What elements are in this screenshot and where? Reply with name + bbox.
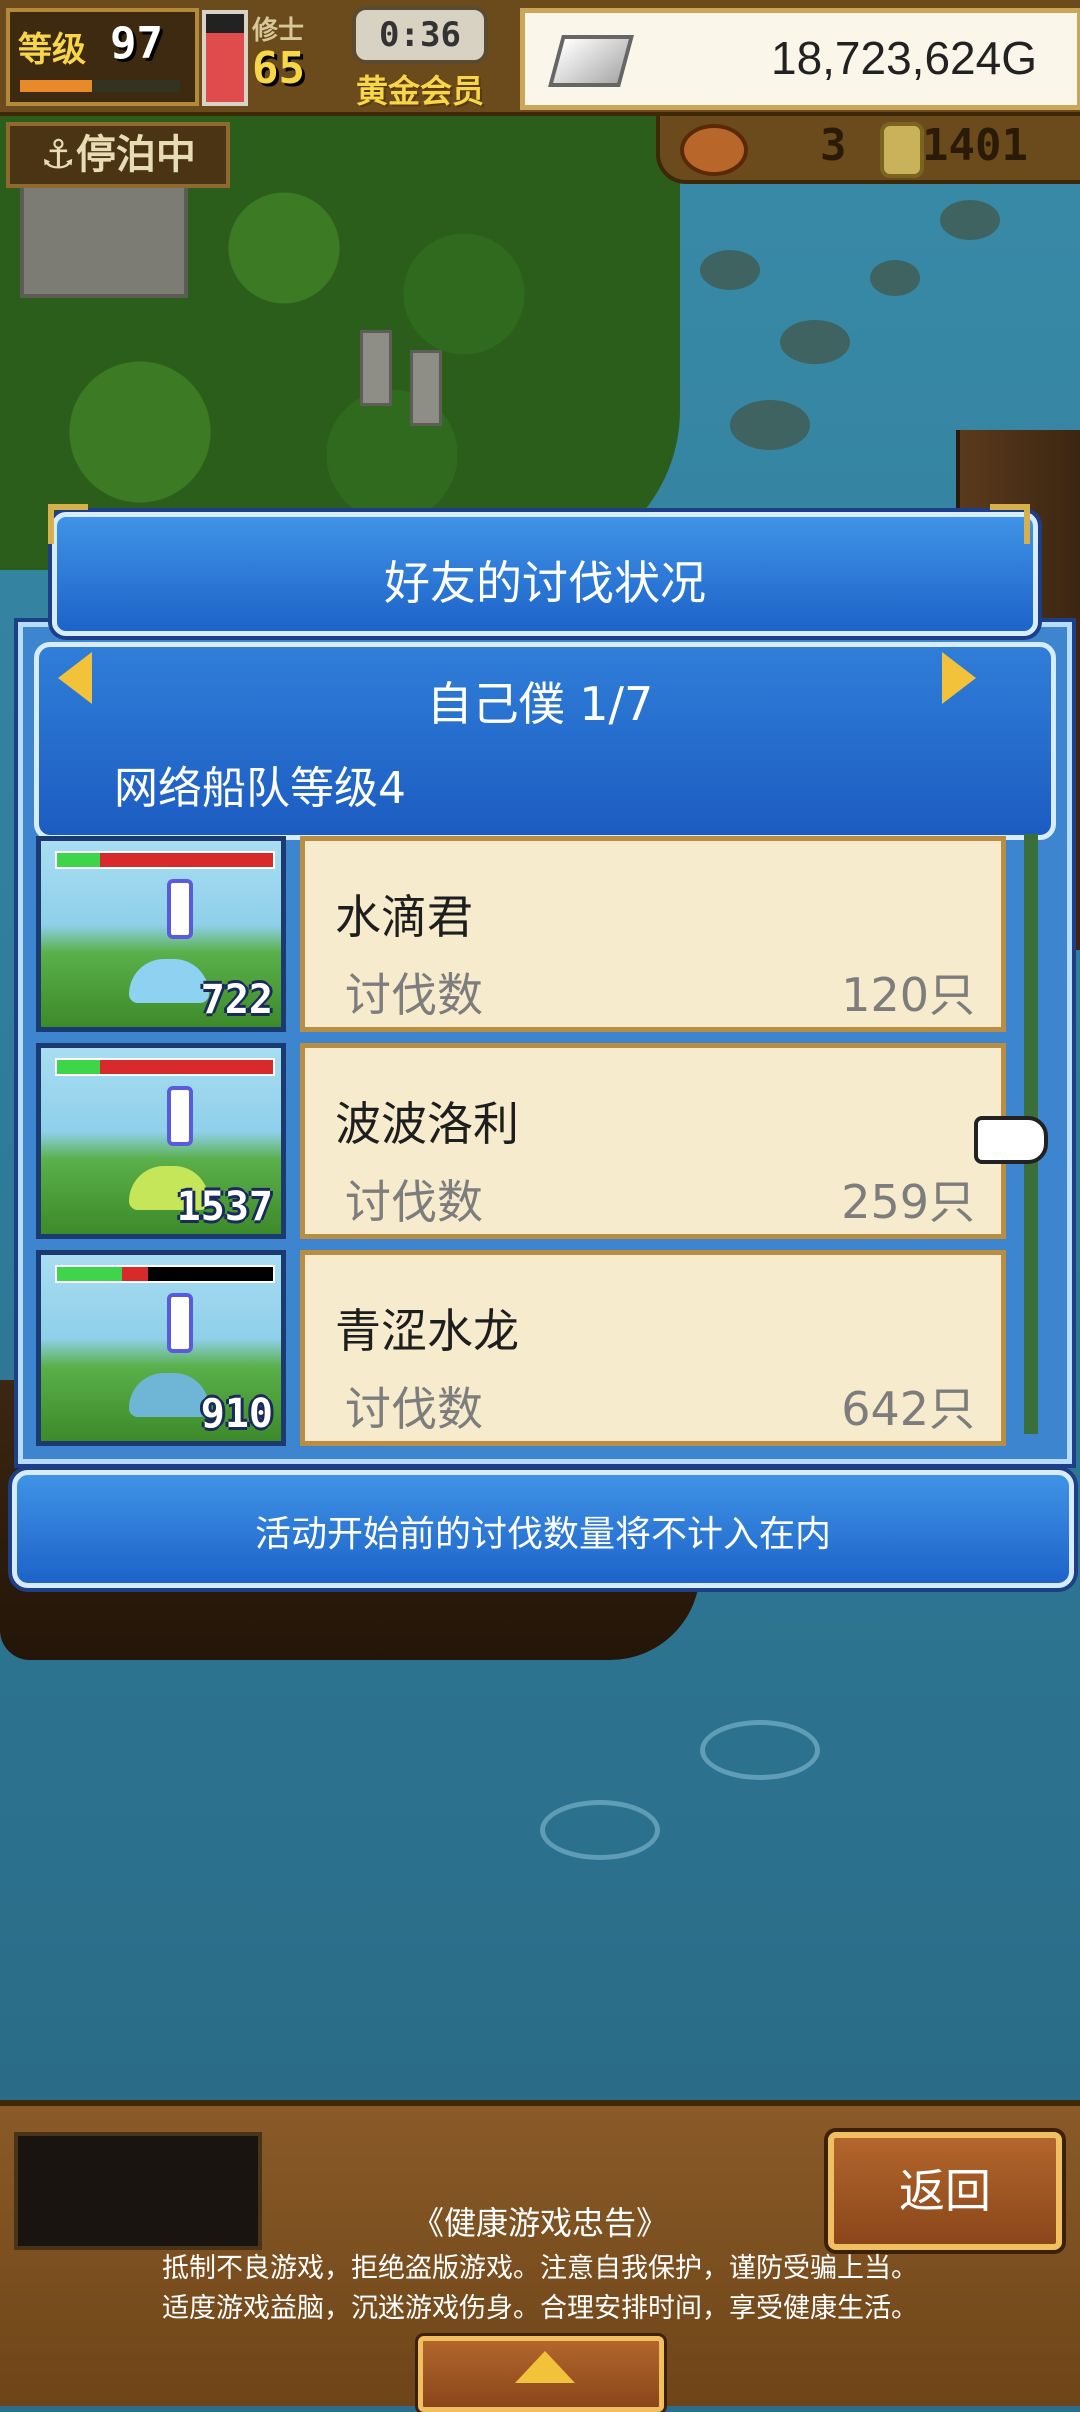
kills-label: 讨伐数 bbox=[345, 968, 483, 1022]
meat-icon bbox=[680, 124, 748, 176]
level-progress-fill bbox=[20, 80, 92, 92]
gold-display: 18,723,624G bbox=[520, 8, 1080, 110]
exclamation-icon bbox=[167, 879, 193, 939]
monster-card[interactable]: 青涩水龙 讨伐数 642只 bbox=[300, 1250, 1006, 1446]
stamina-gauge bbox=[202, 10, 248, 106]
monster-sprite bbox=[129, 1373, 209, 1417]
hp-bar-green bbox=[57, 1267, 122, 1281]
dialog-title: 好友的讨伐状况 bbox=[384, 556, 706, 610]
hp-bar bbox=[55, 851, 275, 869]
sea-rock bbox=[730, 400, 810, 450]
monster-name: 青涩水龙 bbox=[335, 1304, 519, 1358]
expand-menu-button[interactable] bbox=[418, 2336, 664, 2412]
hp-bar bbox=[55, 1265, 275, 1283]
sea-rock bbox=[870, 260, 920, 296]
list-item[interactable]: 1537 波波洛利 讨伐数 259只 bbox=[36, 1043, 1006, 1239]
hp-bar bbox=[55, 1058, 275, 1076]
monster-card[interactable]: 水滴君 讨伐数 120只 bbox=[300, 836, 1006, 1032]
list-item[interactable]: 722 水滴君 讨伐数 120只 bbox=[36, 836, 1006, 1032]
kills-value: 259只 bbox=[841, 1175, 975, 1229]
water-ripple bbox=[540, 1800, 660, 1860]
corner-ornament bbox=[990, 504, 1030, 544]
monster-card[interactable]: 波波洛利 讨伐数 259只 bbox=[300, 1043, 1006, 1239]
hp-bar-red bbox=[121, 1267, 148, 1281]
page-label: 自己僕 1/7 bbox=[426, 677, 654, 731]
member-rank-box: 修士 65 bbox=[252, 10, 352, 100]
stone-ruins bbox=[20, 170, 188, 298]
kills-value: 642只 bbox=[841, 1382, 975, 1436]
sea-rock bbox=[780, 320, 850, 364]
monster-name: 水滴君 bbox=[335, 890, 473, 944]
hp-bar-red bbox=[100, 1060, 273, 1074]
kills-value: 120只 bbox=[841, 968, 975, 1022]
level-progress-bar bbox=[20, 80, 180, 92]
health-advice-title: 《健康游戏忠告》 bbox=[411, 2204, 668, 2242]
resource-bar: 3 1401 bbox=[656, 112, 1080, 184]
pointing-hand-icon bbox=[974, 1116, 1048, 1164]
monster-sprite bbox=[129, 959, 209, 1003]
hp-bar-red bbox=[100, 853, 273, 867]
medal-icon bbox=[880, 122, 924, 178]
list-item[interactable]: 910 青涩水龙 讨伐数 642只 bbox=[36, 1250, 1006, 1446]
player-level-box[interactable]: 等级 97 bbox=[6, 8, 199, 106]
stone-pillar bbox=[410, 350, 442, 426]
monster-hp: 1537 bbox=[176, 1184, 273, 1230]
corner-ornament bbox=[48, 504, 88, 544]
level-label: 等级 bbox=[18, 30, 86, 70]
exclamation-icon bbox=[167, 1293, 193, 1353]
monster-thumbnail: 1537 bbox=[36, 1043, 286, 1239]
bottom-bar: 返回 《健康游戏忠告》 抵制不良游戏，拒绝盗版游戏。注意自我保护，谨防受骗上当。… bbox=[0, 2100, 1080, 2412]
hp-bar-green bbox=[57, 1060, 101, 1074]
health-advice-line: 抵制不良游戏，拒绝盗版游戏。注意自我保护，谨防受骗上当。 bbox=[162, 2253, 918, 2284]
rank-label: 修士 bbox=[252, 16, 305, 46]
monster-name: 波波洛利 bbox=[335, 1097, 519, 1151]
water-ripple bbox=[700, 1720, 820, 1780]
hp-bar-green bbox=[57, 853, 101, 867]
monster-thumbnail: 722 bbox=[36, 836, 286, 1032]
sea-rock bbox=[940, 200, 1000, 240]
fleet-level: 网络船队等级4 bbox=[114, 763, 406, 814]
moored-status: ⚓停泊中 bbox=[6, 122, 230, 188]
stamina-fill bbox=[206, 33, 244, 102]
gold-member-label: 黄金会员 bbox=[356, 72, 485, 110]
up-arrow-icon bbox=[515, 2351, 575, 2383]
kills-label: 讨伐数 bbox=[345, 1382, 483, 1436]
gold-value: 18,723,624G bbox=[770, 32, 1037, 84]
top-hud: 等级 97 修士 65 0:36 黄金会员 18,723,624G bbox=[0, 0, 1080, 116]
notice-bar: 活动开始前的讨伐数量将不计入在内 bbox=[12, 1470, 1074, 1588]
monster-thumbnail: 910 bbox=[36, 1250, 286, 1446]
level-value: 97 bbox=[110, 18, 163, 69]
ship-count: 3 bbox=[820, 120, 847, 171]
exclamation-icon bbox=[167, 1086, 193, 1146]
notice-text: 活动开始前的讨伐数量将不计入在内 bbox=[254, 1514, 831, 1555]
kills-label: 讨伐数 bbox=[345, 1175, 483, 1229]
medal-count: 1401 bbox=[922, 120, 1028, 171]
dialog-title-bar: 好友的讨伐状况 bbox=[52, 512, 1038, 636]
monster-hp: 910 bbox=[200, 1391, 273, 1437]
stone-pillar bbox=[360, 330, 392, 406]
sea-rock bbox=[700, 250, 760, 290]
timer: 0:36 bbox=[352, 6, 488, 64]
health-advice-line: 适度游戏益脑，沉迷游戏伤身。合理安排时间，享受健康生活。 bbox=[162, 2293, 918, 2324]
silver-bar-icon bbox=[548, 35, 634, 87]
rank-value: 65 bbox=[252, 43, 305, 94]
monster-hp: 722 bbox=[200, 977, 273, 1023]
